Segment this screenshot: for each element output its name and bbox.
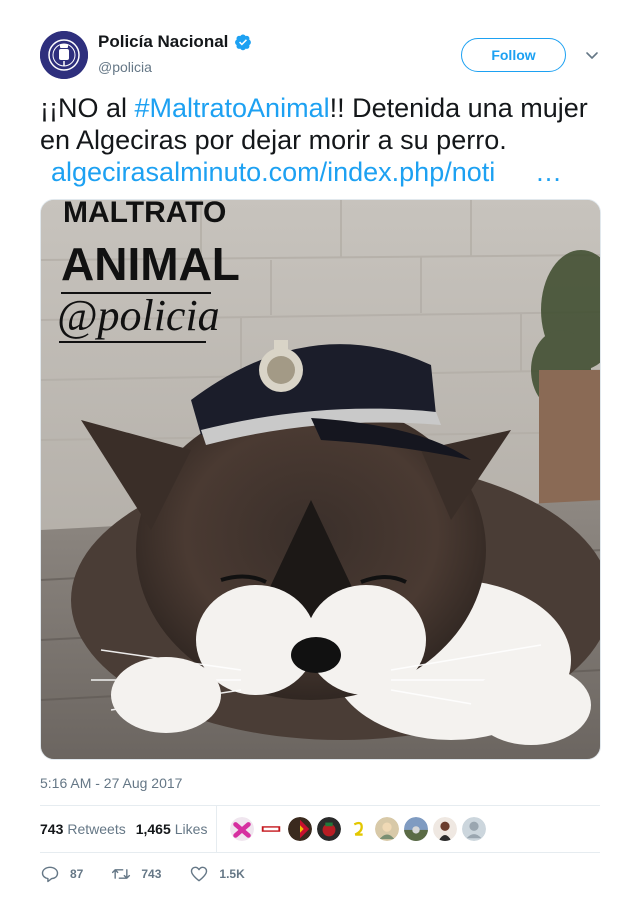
like-button[interactable]: 1.5K <box>189 864 245 884</box>
author-name-row: Policía Nacional <box>98 32 252 52</box>
overlay-text-line3: @policia <box>57 291 220 340</box>
liker-avatar[interactable] <box>345 816 371 842</box>
author-display-name[interactable]: Policía Nacional <box>98 32 228 52</box>
article-link[interactable]: algecirasalminuto.com/index.php/noti <box>51 156 495 188</box>
likes-count[interactable]: 1,465 <box>136 821 171 837</box>
liker-avatar[interactable] <box>287 816 313 842</box>
like-count: 1.5K <box>219 867 245 881</box>
author-handle[interactable]: @policia <box>98 59 152 75</box>
retweet-button[interactable]: 743 <box>111 864 161 884</box>
heart-icon <box>191 866 208 882</box>
tweet-media-image[interactable]: MALTRATO ANIMAL @policia <box>40 199 601 760</box>
reply-count: 87 <box>70 867 84 881</box>
likes-label[interactable]: Likes <box>175 821 208 837</box>
hashtag-link[interactable]: #MaltratoAnimal <box>135 93 330 123</box>
liker-avatar[interactable] <box>374 816 400 842</box>
retweets-label[interactable]: Retweets <box>67 821 125 837</box>
verified-badge-icon <box>235 34 252 51</box>
author-avatar[interactable] <box>40 31 88 79</box>
liker-avatar[interactable] <box>229 816 255 842</box>
follow-button[interactable]: Follow <box>461 38 566 72</box>
tweet-actions: 87 743 1.5K <box>40 862 273 886</box>
liker-avatar[interactable] <box>258 816 284 842</box>
retweet-icon <box>112 869 131 879</box>
cat-photo: MALTRATO ANIMAL @policia <box>41 200 600 759</box>
liker-avatars <box>229 816 487 842</box>
reply-icon <box>41 866 59 883</box>
divider-bottom <box>40 852 600 853</box>
stats-separator <box>216 806 217 852</box>
tweet-stats: 743 Retweets 1,465 Likes <box>40 806 217 852</box>
overlay-text-line1: MALTRATO <box>63 200 226 229</box>
link-ellipsis[interactable]: … <box>535 156 562 188</box>
tweet-text: ¡¡NO al #MaltratoAnimal!! Detenida una m… <box>40 92 610 187</box>
liker-avatar[interactable] <box>403 816 429 842</box>
tweet-text-prefix: ¡¡NO al <box>40 93 135 123</box>
police-badge-icon <box>40 31 88 79</box>
tweet-timestamp[interactable]: 5:16 AM - 27 Aug 2017 <box>40 775 182 791</box>
liker-avatar[interactable] <box>316 816 342 842</box>
retweet-count: 743 <box>141 867 162 881</box>
retweets-count[interactable]: 743 <box>40 821 63 837</box>
overlay-text-line2: ANIMAL <box>61 238 240 290</box>
liker-avatar[interactable] <box>461 816 487 842</box>
reply-button[interactable]: 87 <box>40 864 83 884</box>
chevron-down-icon[interactable] <box>584 47 600 63</box>
liker-avatar[interactable] <box>432 816 458 842</box>
